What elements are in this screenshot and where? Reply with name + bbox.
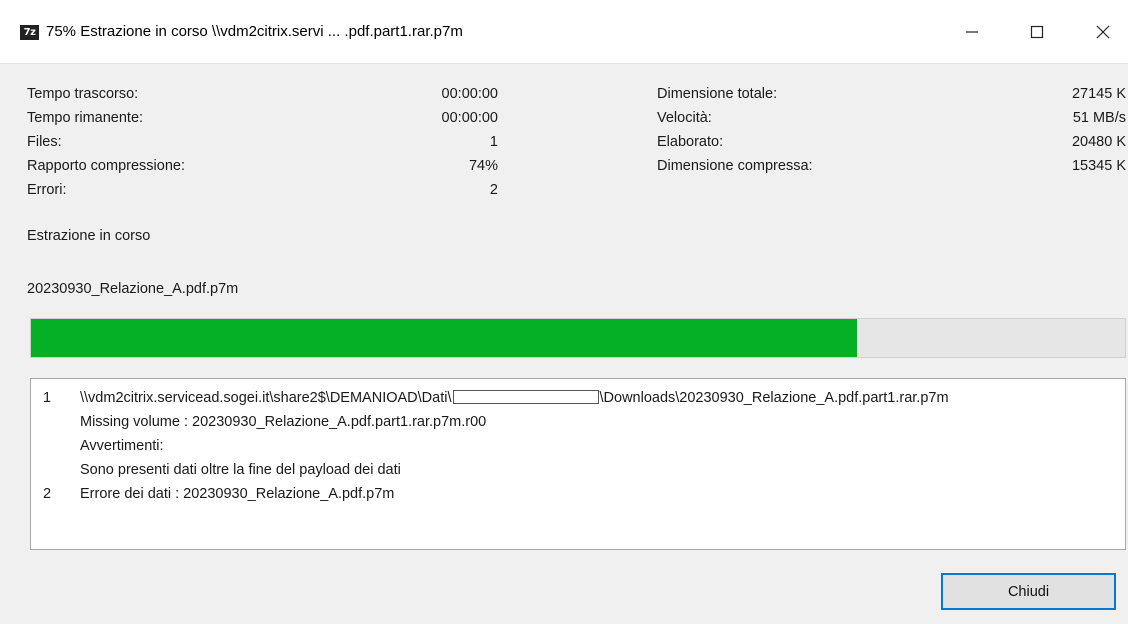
log-entry-text: Avvertimenti: bbox=[80, 438, 164, 454]
minimize-icon bbox=[966, 31, 978, 33]
log-entry-path: \\vdm2citrix.servicead.sogei.it\share2$\… bbox=[80, 390, 949, 406]
maximize-button[interactable] bbox=[1005, 0, 1069, 64]
remaining-time-value: 00:00:00 bbox=[441, 110, 498, 126]
close-icon bbox=[1096, 25, 1110, 39]
progress-bar-fill bbox=[31, 319, 857, 357]
log-path-suffix: \Downloads\20230930_Relazione_A.pdf.part… bbox=[599, 390, 949, 406]
log-entry-text: Errore dei dati : 20230930_Relazione_A.p… bbox=[80, 486, 395, 502]
total-size-label: Dimensione totale: bbox=[657, 86, 778, 102]
window-title: 75% Estrazione in corso \\vdm2citrix.ser… bbox=[46, 23, 463, 40]
log-entry-text: Missing volume : 20230930_Relazione_A.pd… bbox=[80, 414, 487, 430]
files-label: Files: bbox=[27, 134, 62, 150]
log-list[interactable]: 1 \\vdm2citrix.servicead.sogei.it\share2… bbox=[30, 378, 1126, 550]
log-entry-number: 2 bbox=[43, 486, 52, 502]
errors-label: Errori: bbox=[27, 182, 67, 198]
total-size-value: 27145 K bbox=[1071, 86, 1126, 102]
extraction-dialog: 7z 75% Estrazione in corso \\vdm2citrix.… bbox=[0, 0, 1128, 624]
minimize-button[interactable] bbox=[940, 0, 1004, 64]
files-value: 1 bbox=[489, 134, 498, 150]
log-path-prefix: \\vdm2citrix.servicead.sogei.it\share2$\… bbox=[80, 390, 452, 406]
errors-value: 2 bbox=[489, 182, 498, 198]
remaining-time-label: Tempo rimanente: bbox=[27, 110, 144, 126]
compressed-size-label: Dimensione compressa: bbox=[657, 158, 813, 174]
processed-value: 20480 K bbox=[1071, 134, 1126, 150]
log-entry-text: Sono presenti dati oltre la fine del pay… bbox=[80, 462, 401, 478]
compression-ratio-value: 74% bbox=[468, 158, 498, 174]
redacted-box bbox=[452, 390, 599, 404]
speed-value: 51 MB/s bbox=[1072, 110, 1126, 126]
compression-ratio-label: Rapporto compressione: bbox=[27, 158, 185, 174]
status-text: Estrazione in corso bbox=[27, 228, 151, 244]
elapsed-time-value: 00:00:00 bbox=[441, 86, 498, 102]
maximize-icon bbox=[1030, 25, 1044, 39]
close-button[interactable]: Chiudi bbox=[941, 573, 1116, 610]
compressed-size-value: 15345 K bbox=[1071, 158, 1126, 174]
speed-label: Velocità: bbox=[657, 110, 712, 126]
current-file-name: 20230930_Relazione_A.pdf.p7m bbox=[27, 281, 239, 297]
progress-bar bbox=[30, 318, 1126, 358]
title-bar[interactable]: 7z 75% Estrazione in corso \\vdm2citrix.… bbox=[0, 0, 1128, 64]
processed-label: Elaborato: bbox=[657, 134, 724, 150]
close-window-button[interactable] bbox=[1071, 0, 1128, 64]
app-icon: 7z bbox=[20, 25, 39, 40]
log-entry-number: 1 bbox=[43, 390, 52, 406]
elapsed-time-label: Tempo trascorso: bbox=[27, 86, 139, 102]
